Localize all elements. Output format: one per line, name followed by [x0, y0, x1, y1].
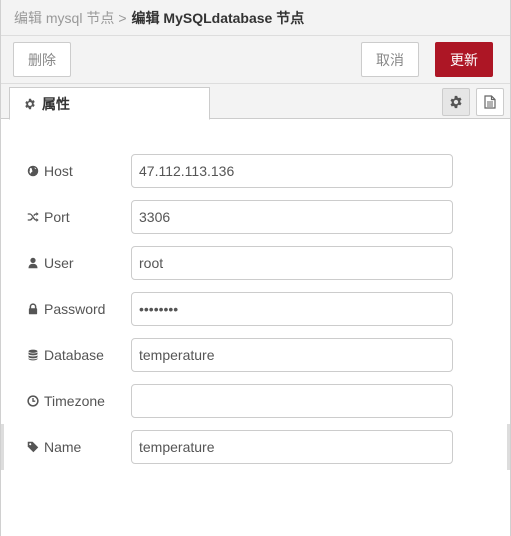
delete-button[interactable]: 删除 [13, 42, 71, 77]
port-label: Port [27, 200, 70, 234]
breadcrumb-separator: > [118, 9, 127, 26]
name-label: Name [27, 430, 81, 464]
name-label-text: Name [44, 439, 82, 455]
name-row: Name [1, 430, 510, 464]
node-description-button[interactable] [476, 88, 504, 116]
port-input[interactable] [131, 200, 453, 234]
password-row: Password [1, 292, 510, 326]
database-label-text: Database [44, 347, 104, 363]
database-input[interactable] [131, 338, 453, 372]
user-label-text: User [44, 255, 74, 271]
update-button[interactable]: 更新 [435, 42, 493, 77]
user-input[interactable] [131, 246, 453, 280]
user-label: User [27, 246, 74, 280]
host-label: Host [27, 154, 73, 188]
database-label: Database [27, 338, 104, 372]
globe-icon [27, 165, 39, 177]
port-label-text: Port [44, 209, 70, 225]
timezone-row: Timezone [1, 384, 510, 418]
host-row: Host [1, 154, 510, 188]
name-input[interactable] [131, 430, 453, 464]
database-icon [28, 349, 38, 361]
timezone-label: Timezone [27, 384, 105, 418]
node-settings-button[interactable] [442, 88, 470, 116]
breadcrumb-parent[interactable]: 编辑 mysql 节点 [14, 8, 114, 28]
user-row: User [1, 246, 510, 280]
timezone-label-text: Timezone [44, 393, 105, 409]
breadcrumb-current: 编辑 MySQLdatabase 节点 [131, 9, 305, 26]
port-row: Port [1, 200, 510, 234]
host-input[interactable] [131, 154, 453, 188]
tag-icon [27, 441, 39, 453]
gear-icon [450, 95, 462, 109]
random-icon [27, 212, 39, 222]
tab-bar: 属性 [1, 84, 510, 120]
edit-tray: 编辑 mysql 节点 > 编辑 MySQLdatabase 节点 删除 取消 … [0, 0, 511, 536]
timezone-input[interactable] [131, 384, 453, 418]
clock-icon [27, 395, 39, 407]
toolbar: 删除 取消 更新 [1, 36, 510, 84]
host-label-text: Host [44, 163, 73, 179]
tab-properties[interactable]: 属性 [9, 87, 210, 120]
tab-properties-label: 属性 [42, 95, 70, 112]
lock-icon [28, 303, 38, 315]
password-label-text: Password [44, 301, 106, 317]
user-icon [28, 257, 38, 269]
password-label: Password [27, 292, 105, 326]
gear-icon [25, 98, 35, 109]
cancel-button[interactable]: 取消 [361, 42, 419, 77]
password-input[interactable] [131, 292, 453, 326]
database-row: Database [1, 338, 510, 372]
file-text-icon [484, 95, 496, 109]
resize-handle-left[interactable] [1, 424, 4, 470]
resize-handle-right[interactable] [507, 424, 510, 470]
breadcrumb: 编辑 mysql 节点 > 编辑 MySQLdatabase 节点 [1, 0, 510, 36]
